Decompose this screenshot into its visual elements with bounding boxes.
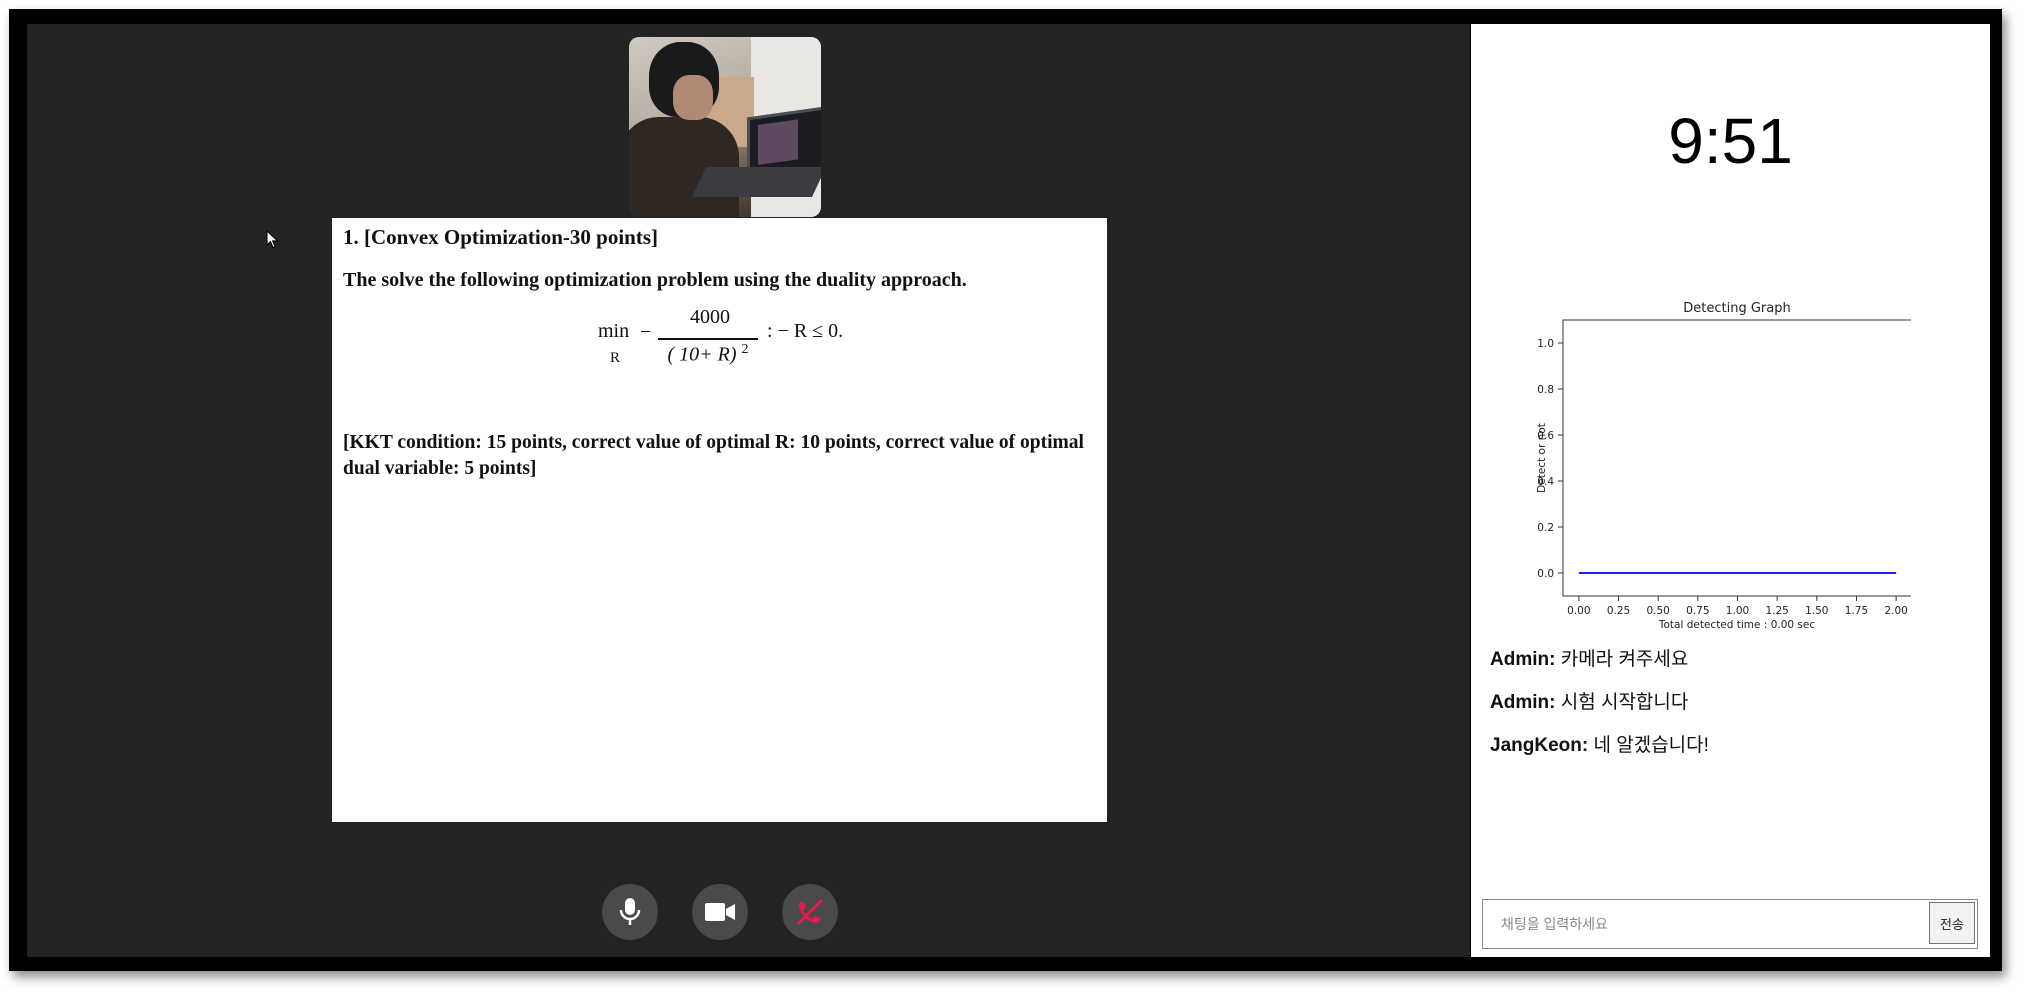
optimization-equation: min R − 4000 ( 10+ R) 2 : − R ≤ 0. [592,306,892,374]
chat-message: JangKeon: 네 알겠습니다! [1490,730,1709,773]
chat-message: Admin: 카메라 켜주세요 [1490,644,1709,687]
end-call-button[interactable] [782,884,838,940]
chat-message: Admin: 시험 시작합니다 [1490,687,1709,730]
x-tick-label: 1.25 [1765,605,1788,617]
y-tick-label: 0.2 [1537,522,1554,534]
denominator-exponent: 2 [741,342,749,357]
chat-sender: Admin: [1490,692,1556,713]
chat-sender: JangKeon: [1490,735,1589,756]
equation-min-subscript: R [610,350,621,366]
y-axis-label: Detect or not [1536,423,1548,493]
equation-numerator: 4000 [690,306,730,328]
microphone-icon [619,898,641,925]
chat-log: Admin: 카메라 켜주세요 Admin: 시험 시작합니다 JangKeon: … [1490,644,1709,773]
y-tick-label: 1.0 [1537,338,1554,350]
x-tick-label: 0.00 [1567,605,1590,617]
x-tick-label: 1.50 [1805,605,1828,617]
exam-timer: 9:51 [1668,105,1793,177]
exam-question-panel: 1. [Convex Optimization-30 points] The s… [332,218,1107,822]
mouse-cursor-icon [266,230,279,249]
x-tick-label: 0.50 [1646,605,1669,617]
equation-constraint: : − R ≤ 0. [767,320,844,342]
chat-text: 카메라 켜주세요 [1560,649,1689,670]
x-tick-label: 1.00 [1726,605,1749,617]
question-statement: The solve the following optimization pro… [343,269,967,291]
equation-minus: − [640,321,652,343]
grading-criteria: [KKT condition: 15 points, correct value… [343,432,1084,479]
chat-text: 시험 시작합니다 [1560,692,1689,713]
microphone-button[interactable] [602,884,658,940]
y-tick-label: 0.0 [1537,568,1554,580]
x-axis-label: Total detected time : 0.00 sec [1658,619,1815,630]
chat-form: 전송 [1482,899,1978,949]
meeting-stage: 1. [Convex Optimization-30 points] The s… [27,24,1470,957]
plot-frame [1562,319,1911,597]
equation-denominator: ( 10+ R) 2 [658,342,758,367]
detecting-graph: Detecting Graph 0.00 0.25 0.50 0.75 1.00 1.25… [1536,301,1911,630]
x-tick-label: 1.75 [1845,605,1868,617]
x-tick-label: 2.00 [1884,605,1907,617]
fraction-bar [658,338,758,340]
question-title: 1. [Convex Optimization-30 points] [343,225,658,249]
proctor-sidebar: 9:51 Detecting Graph 0.00 0.25 0.50 0.75 1.0… [1471,24,1990,957]
denominator-base: ( 10+ R) [667,343,737,366]
chart-title: Detecting Graph [1683,301,1790,316]
equation-min: min [598,320,630,342]
chat-text: 네 알겠습니다! [1593,735,1709,756]
x-tick-label: 0.25 [1607,605,1630,617]
video-camera-icon [705,903,735,921]
camera-button[interactable] [692,884,748,940]
webcam-video [629,37,821,217]
chat-input[interactable] [1483,900,1943,948]
x-tick-label: 0.75 [1686,605,1709,617]
send-button[interactable]: 전송 [1929,902,1975,944]
y-tick-label: 0.8 [1537,384,1554,396]
hang-up-icon [796,898,824,926]
chat-sender: Admin: [1490,649,1556,670]
